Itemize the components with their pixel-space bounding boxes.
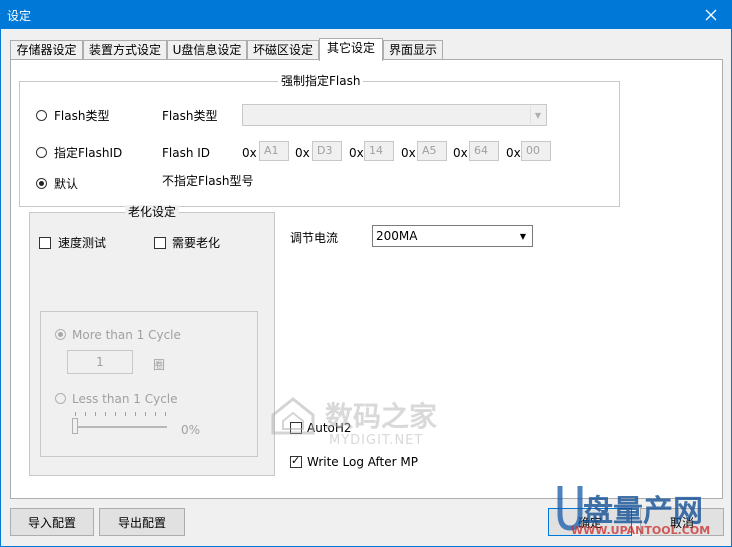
tab-bad-blocks[interactable]: 坏磁区设定 — [247, 40, 319, 60]
settings-dialog: 设定 存储器设定 装置方式设定 U盘信息设定 坏磁区设定 其它设定 界面显示 强… — [0, 0, 732, 547]
need-aging-label: 需要老化 — [172, 236, 221, 250]
flash-id-byte-1[interactable]: A1 — [259, 141, 289, 161]
hex-prefix-2: 0x — [295, 146, 310, 160]
aging-groupbox: 老化设定 速度测试 需要老化 More than 1 Cycle 1 圈 Les… — [29, 205, 275, 476]
close-icon — [705, 9, 717, 21]
more-than-cycle-label: More than 1 Cycle — [72, 328, 181, 342]
tab-udisk-info[interactable]: U盘信息设定 — [167, 40, 247, 60]
radio-flash-type[interactable] — [36, 110, 47, 121]
hex-prefix-6: 0x — [506, 146, 521, 160]
flash-id-byte-5[interactable]: 64 — [469, 141, 499, 161]
flash-group-title: 强制指定Flash — [278, 74, 364, 88]
cycles-unit: 圈 — [153, 358, 166, 372]
tab-storage[interactable]: 存储器设定 — [10, 40, 83, 60]
slider-percent: 0% — [181, 423, 201, 437]
slider-tick — [85, 412, 86, 416]
flash-type-field-label: Flash类型 — [162, 109, 218, 123]
flash-id-byte-4[interactable]: A5 — [417, 141, 447, 161]
flash-id-byte-3[interactable]: 14 — [364, 141, 394, 161]
cycle-options-box: More than 1 Cycle 1 圈 Less than 1 Cycle — [40, 311, 258, 457]
close-button[interactable] — [691, 1, 731, 29]
tab-other-settings[interactable]: 其它设定 — [319, 38, 383, 61]
slider-tick — [145, 412, 146, 416]
aging-group-title: 老化设定 — [125, 205, 180, 219]
chevron-down-icon: ▼ — [519, 231, 527, 241]
slider-tick — [165, 412, 166, 416]
house-logo-icon — [271, 397, 315, 435]
default-description: 不指定Flash型号 — [162, 174, 254, 188]
title-bar[interactable]: 设定 — [1, 1, 731, 29]
slider-tick — [95, 412, 96, 416]
tab-device-mode[interactable]: 装置方式设定 — [83, 40, 167, 60]
flash-id-byte-2[interactable]: D3 — [312, 141, 342, 161]
hex-prefix-4: 0x — [401, 146, 416, 160]
flash-type-combo[interactable]: ▼ — [242, 104, 547, 126]
current-label: 调节电流 — [290, 231, 339, 245]
slider-thumb[interactable] — [72, 418, 78, 434]
radio-default-label: 默认 — [54, 177, 79, 191]
speed-test-label: 速度测试 — [58, 236, 107, 250]
slider-tick — [115, 412, 116, 416]
radio-flash-id-label: 指定FlashID — [54, 146, 123, 160]
window-title: 设定 — [7, 9, 32, 23]
slider-tick — [155, 412, 156, 416]
less-than-cycle-label: Less than 1 Cycle — [72, 392, 178, 406]
slider-tick — [135, 412, 136, 416]
tab-display[interactable]: 界面显示 — [383, 40, 443, 60]
current-select[interactable]: 200MA ▼ — [372, 225, 533, 247]
speed-test-checkbox[interactable] — [39, 237, 51, 249]
current-value: 200MA — [376, 229, 418, 243]
watermark-left-brand: 数码之家 — [325, 400, 438, 433]
import-config-button[interactable]: 导入配置 — [10, 508, 94, 536]
radio-default[interactable] — [36, 178, 47, 189]
chevron-down-icon: ▼ — [530, 106, 545, 124]
flash-groupbox: 强制指定Flash Flash类型 Flash类型 ▼ 指定FlashID Fl… — [19, 74, 620, 207]
need-aging-checkbox[interactable] — [154, 237, 166, 249]
slider-tick — [75, 412, 76, 416]
watermark-right-domain: WWW.UPANTOOL.COM — [571, 524, 711, 537]
slider-tick — [105, 412, 106, 416]
write-log-checkbox[interactable] — [290, 454, 302, 468]
radio-less-than-cycle[interactable] — [55, 393, 66, 404]
flash-id-field-label: Flash ID — [162, 146, 211, 160]
write-log-label: Write Log After MP — [307, 455, 418, 469]
slider-tick — [125, 412, 126, 416]
radio-flash-type-label: Flash类型 — [54, 109, 110, 123]
slider-track — [75, 426, 167, 428]
radio-more-than-cycle[interactable] — [55, 329, 66, 340]
export-config-button[interactable]: 导出配置 — [99, 508, 185, 536]
flash-id-byte-6[interactable]: 00 — [521, 141, 551, 161]
hex-prefix-5: 0x — [453, 146, 468, 160]
cycles-input[interactable]: 1 — [67, 350, 133, 374]
hex-prefix-1: 0x — [242, 146, 257, 160]
watermark-left-domain: MYDIGIT.NET — [329, 433, 424, 448]
hex-prefix-3: 0x — [349, 146, 364, 160]
radio-flash-id[interactable] — [36, 147, 47, 158]
